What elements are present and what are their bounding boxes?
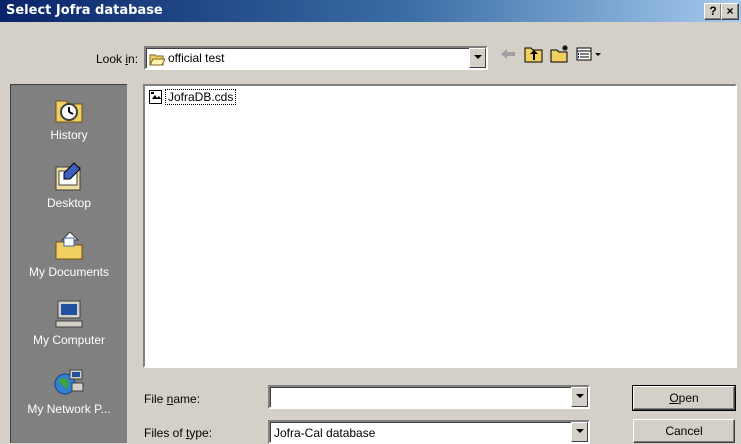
place-my-documents[interactable]: My Documents [11,230,127,279]
cancel-button[interactable]: Cancel [633,419,735,443]
database-file-icon [149,90,162,104]
file-name-combobox[interactable] [268,385,590,409]
network-places-icon [54,369,84,395]
folder-open-icon [149,54,165,66]
desktop-icon [55,162,81,191]
new-folder-icon[interactable] [548,43,572,65]
file-name-label-text: File name: [144,392,201,406]
file-type-label: Files of type: [144,426,213,440]
file-type-combobox[interactable]: Jofra-Cal database [268,420,590,444]
places-bar: History Desktop My Documents My Computer… [10,84,127,443]
help-button[interactable]: ? [704,3,722,20]
place-my-computer[interactable]: My Computer [11,298,127,347]
up-folder-icon[interactable] [522,43,546,65]
file-type-dropdown-button[interactable] [571,422,588,442]
view-menu-icon[interactable] [574,43,604,65]
my-computer-icon [55,300,83,328]
look-in-value: official test [168,51,225,65]
my-documents-icon [55,231,83,260]
open-button[interactable]: Open [632,385,736,411]
dialog-title: Select Jofra database [6,3,163,18]
title-bar[interactable]: Select Jofra database ? × [0,0,741,22]
look-in-label: Look in: [96,52,139,66]
file-list[interactable]: JofraDB.cds [143,84,737,368]
close-button[interactable]: × [721,3,739,20]
file-type-value: Jofra-Cal database [274,426,376,440]
look-in-combobox[interactable]: official test [144,46,488,70]
look-in-dropdown-button[interactable] [469,48,486,68]
history-icon [55,100,83,123]
file-name-label: JofraDB.cds [165,89,237,105]
file-name-dropdown-button[interactable] [571,387,588,407]
open-file-dialog: Select Jofra database ? × Look in: offic… [0,0,741,444]
place-network-places[interactable]: My Network P... [11,367,127,416]
back-arrow-icon[interactable] [496,43,520,65]
place-history[interactable]: History [11,93,127,142]
place-desktop[interactable]: Desktop [11,161,127,210]
